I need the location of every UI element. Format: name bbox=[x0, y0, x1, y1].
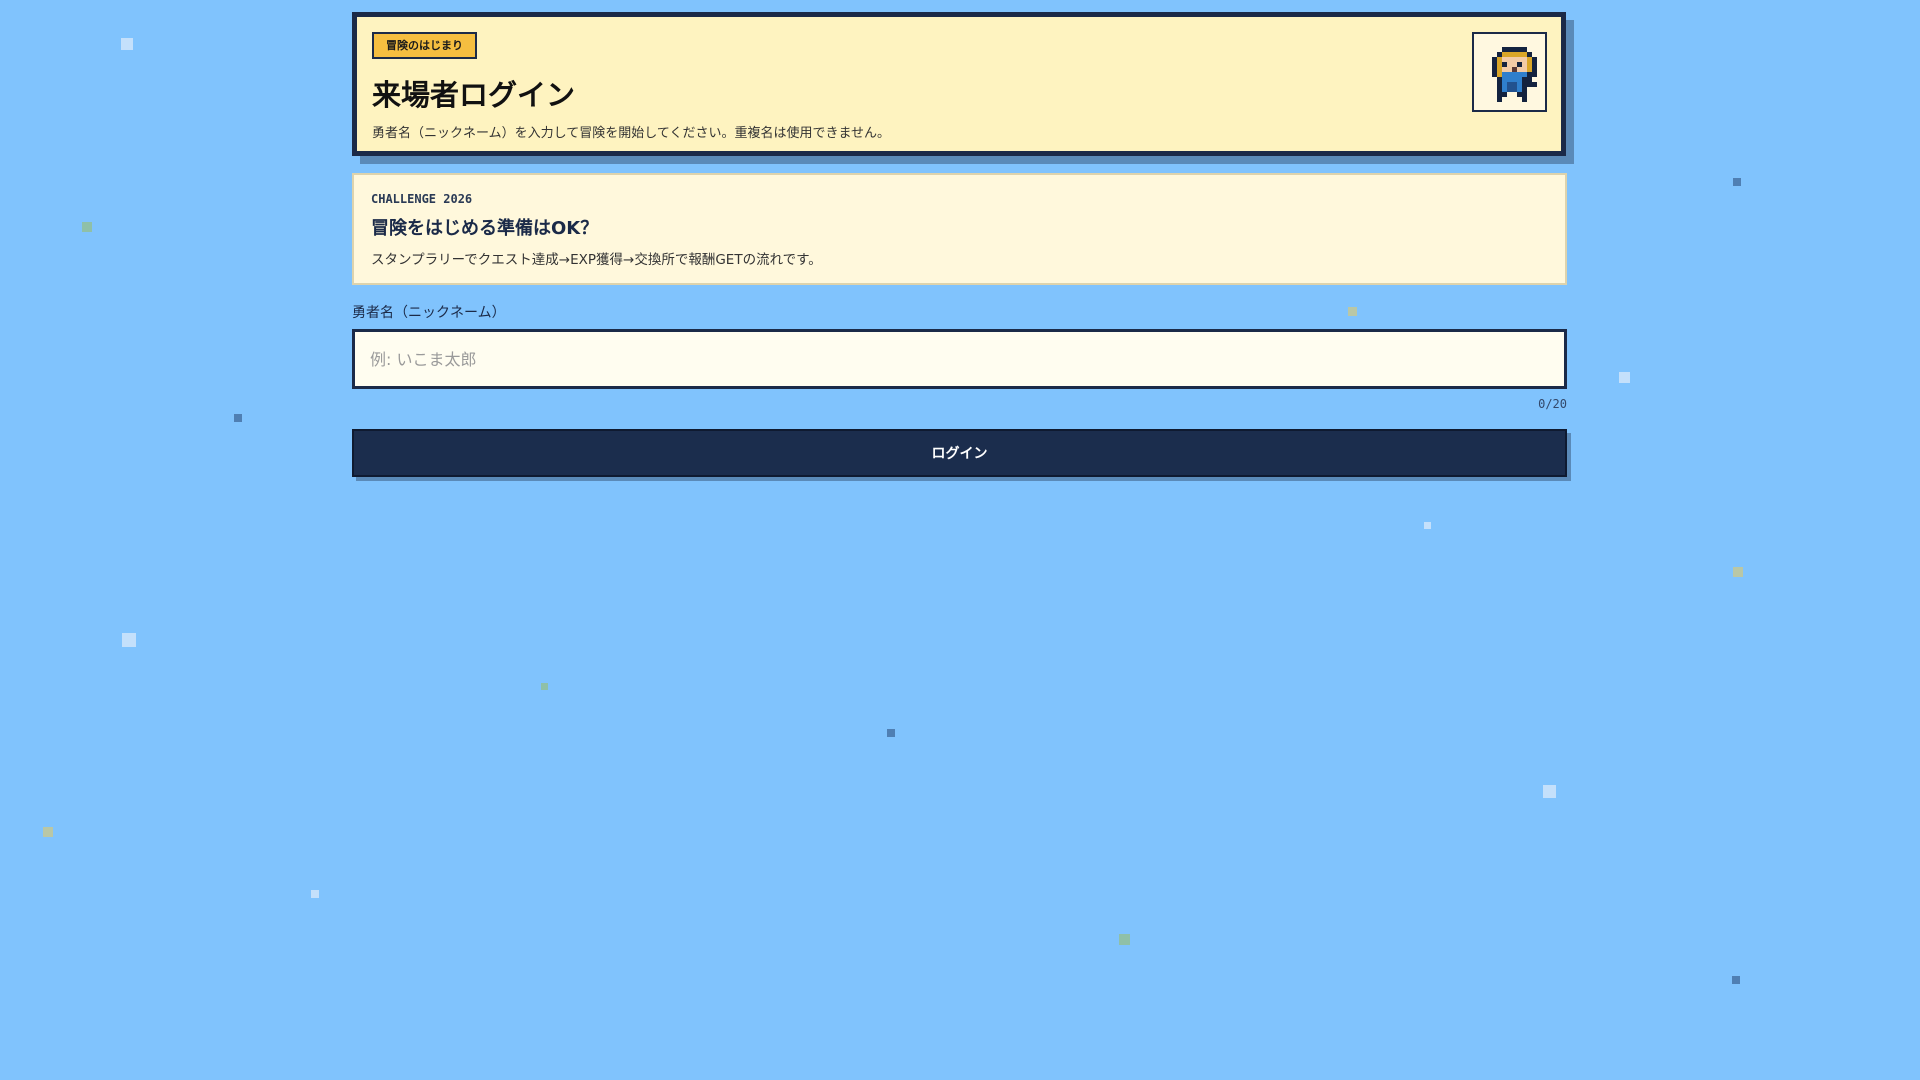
pixel-dot bbox=[122, 633, 136, 647]
character-counter: 0/20 bbox=[1538, 397, 1567, 411]
login-header-panel: 冒険のはじまり 来場者ログイン 勇者名（ニックネーム）を入力して冒険を開始してく… bbox=[352, 12, 1566, 156]
pixel-dot bbox=[1543, 785, 1556, 798]
sprite-pixel bbox=[1532, 97, 1537, 102]
pixel-dot bbox=[82, 222, 92, 232]
page-subtitle: 勇者名（ニックネーム）を入力して冒険を開始してください。重複名は使用できません。 bbox=[372, 126, 891, 141]
challenge-info-card: CHALLENGE 2026 冒険をはじめる準備はOK？ スタンプラリーでクエス… bbox=[352, 173, 1567, 285]
pixel-dot bbox=[1424, 522, 1431, 529]
challenge-description: スタンプラリーでクエスト達成→EXP獲得→交換所で報酬GETの流れです。 bbox=[371, 252, 822, 268]
pixel-dot bbox=[541, 683, 548, 690]
pixel-dot bbox=[887, 729, 895, 737]
pixel-dot bbox=[311, 890, 319, 898]
pixel-dot bbox=[1733, 567, 1743, 577]
pixel-hero-icon bbox=[1492, 47, 1537, 102]
pixel-dot bbox=[1732, 976, 1740, 984]
pixel-dot bbox=[121, 38, 133, 50]
chapter-badge: 冒険のはじまり bbox=[372, 32, 477, 59]
pixel-dot bbox=[1733, 178, 1741, 186]
nickname-input[interactable] bbox=[352, 329, 1567, 389]
page-title: 来場者ログイン bbox=[372, 78, 576, 112]
pixel-dot bbox=[43, 827, 53, 837]
challenge-kicker: CHALLENGE 2026 bbox=[371, 192, 473, 206]
pixel-dot bbox=[1348, 307, 1357, 316]
login-button[interactable]: ログイン bbox=[352, 429, 1567, 477]
nickname-label: 勇者名（ニックネーム） bbox=[352, 305, 506, 321]
pixel-dot bbox=[1119, 934, 1130, 945]
pixel-dot bbox=[234, 414, 242, 422]
pixel-dot bbox=[1619, 372, 1630, 383]
hero-avatar bbox=[1472, 32, 1547, 112]
challenge-heading: 冒険をはじめる準備はOK？ bbox=[371, 218, 599, 239]
